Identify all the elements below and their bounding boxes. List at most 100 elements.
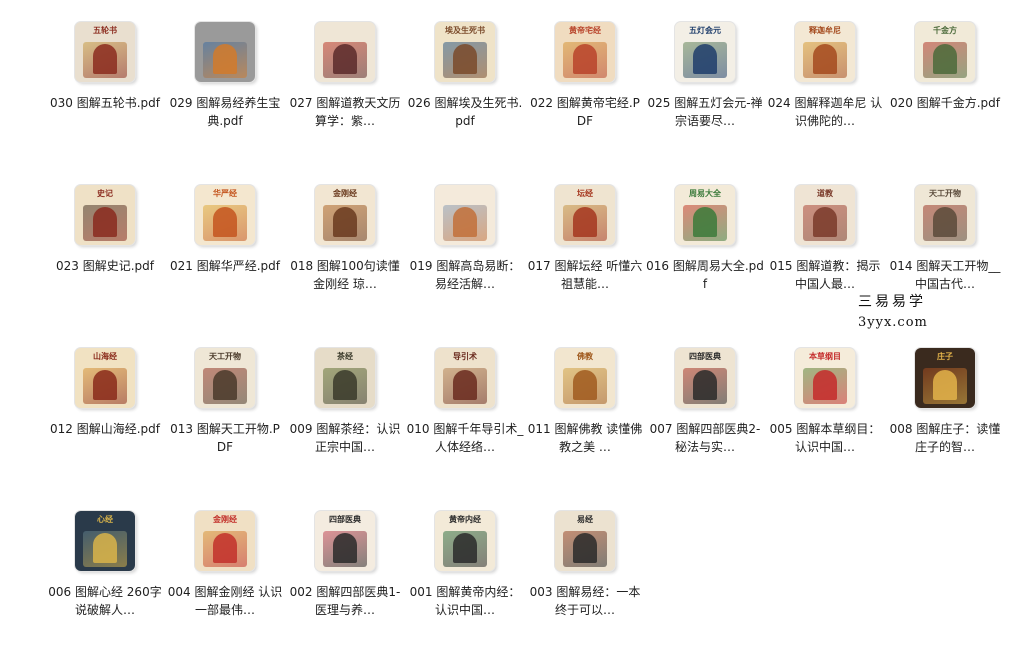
cover-title: 坛经 [577, 187, 593, 198]
file-item[interactable]: 天工开物 013 图解天工开物.PDF [165, 334, 285, 497]
file-name[interactable]: 017 图解坛经 听懂六祖慧能… [526, 257, 644, 293]
file-item[interactable]: 佛教 011 图解佛教 读懂佛教之美 … [525, 334, 645, 497]
pdf-cover-thumbnail[interactable]: 佛教 [555, 348, 615, 408]
pdf-cover-thumbnail[interactable]: 山海经 [75, 348, 135, 408]
file-item[interactable]: 金刚经 004 图解金刚经 认识一部最伟… [165, 497, 285, 660]
pdf-cover-thumbnail[interactable]: 周易大全 [675, 185, 735, 245]
file-name[interactable]: 016 图解周易大全.pdf [646, 257, 764, 293]
file-name[interactable]: 012 图解山海经.pdf [46, 420, 164, 438]
file-name[interactable]: 010 图解千年导引术_人体经络… [406, 420, 524, 456]
file-name[interactable]: 020 图解千金方.pdf [886, 94, 1004, 112]
file-item[interactable]: 029 图解易经养生宝典.pdf [165, 8, 285, 171]
file-item[interactable]: 019 图解高岛易断：易经活解… [405, 171, 525, 334]
pdf-cover-thumbnail[interactable]: 坛经 [555, 185, 615, 245]
file-item[interactable]: 庄子 008 图解庄子：读懂庄子的智… [885, 334, 1005, 497]
site-watermark: 三易易学 3yyx.com [858, 291, 928, 330]
pdf-cover-thumbnail[interactable]: 导引术 [435, 348, 495, 408]
cover-figure [573, 207, 597, 237]
pdf-cover-thumbnail[interactable]: 本草纲目 [795, 348, 855, 408]
pdf-cover-thumbnail[interactable]: 五灯会元 [675, 22, 735, 82]
file-item[interactable]: 四部医典 002 图解四部医典1-医理与养… [285, 497, 405, 660]
file-item[interactable]: 导引术 010 图解千年导引术_人体经络… [405, 334, 525, 497]
pdf-cover-thumbnail[interactable]: 庄子 [915, 348, 975, 408]
cover-title: 天工开物 [209, 350, 241, 361]
pdf-cover-thumbnail[interactable]: 五轮书 [75, 22, 135, 82]
file-item[interactable]: 华严经 021 图解华严经.pdf [165, 171, 285, 334]
cover-figure [213, 533, 237, 563]
file-item[interactable]: 027 图解道教天文历算学：紫… [285, 8, 405, 171]
file-item[interactable]: 四部医典 007 图解四部医典2-秘法与实… [645, 334, 765, 497]
file-item[interactable]: 黄帝宅经 022 图解黄帝宅经.PDF [525, 8, 645, 171]
file-item[interactable]: 史记 023 图解史记.pdf [45, 171, 165, 334]
file-name[interactable]: 027 图解道教天文历算学：紫… [286, 94, 404, 130]
file-item[interactable]: 释迦牟尼 024 图解释迦牟尼 认识佛陀的… [765, 8, 885, 171]
cover-title: 周易大全 [689, 187, 721, 198]
file-name[interactable]: 024 图解释迦牟尼 认识佛陀的… [766, 94, 884, 130]
file-item[interactable]: 茶经 009 图解茶经：认识正宗中国… [285, 334, 405, 497]
pdf-cover-thumbnail[interactable]: 四部医典 [675, 348, 735, 408]
pdf-cover-thumbnail[interactable]: 茶经 [315, 348, 375, 408]
file-name[interactable]: 018 图解100句读懂金刚经 琼… [286, 257, 404, 293]
file-name[interactable]: 021 图解华严经.pdf [166, 257, 284, 275]
pdf-cover-thumbnail[interactable]: 黄帝内经 [435, 511, 495, 571]
pdf-cover-thumbnail[interactable] [435, 185, 495, 245]
file-item[interactable]: 千金方 020 图解千金方.pdf [885, 8, 1005, 171]
pdf-cover-thumbnail[interactable]: 四部医典 [315, 511, 375, 571]
file-name[interactable]: 019 图解高岛易断：易经活解… [406, 257, 524, 293]
file-item[interactable]: 五轮书 030 图解五轮书.pdf [45, 8, 165, 171]
pdf-cover-thumbnail[interactable]: 天工开物 [915, 185, 975, 245]
file-item[interactable]: 易经 003 图解易经：一本终于可以… [525, 497, 645, 660]
file-item[interactable]: 本草纲目 005 图解本草纲目：认识中国… [765, 334, 885, 497]
cover-figure [813, 207, 837, 237]
file-name[interactable]: 023 图解史记.pdf [46, 257, 164, 275]
pdf-cover-thumbnail[interactable]: 金刚经 [315, 185, 375, 245]
pdf-cover-thumbnail[interactable]: 华严经 [195, 185, 255, 245]
pdf-cover-thumbnail[interactable]: 易经 [555, 511, 615, 571]
file-name[interactable]: 006 图解心经 260字说破解人… [46, 583, 164, 619]
file-item[interactable]: 埃及生死书 026 图解埃及生死书.pdf [405, 8, 525, 171]
pdf-cover-thumbnail[interactable]: 埃及生死书 [435, 22, 495, 82]
file-name[interactable]: 003 图解易经：一本终于可以… [526, 583, 644, 619]
pdf-cover-thumbnail[interactable] [195, 22, 255, 82]
cover-title: 四部医典 [689, 350, 721, 361]
pdf-cover-thumbnail[interactable]: 释迦牟尼 [795, 22, 855, 82]
file-name[interactable]: 004 图解金刚经 认识一部最伟… [166, 583, 284, 619]
file-item[interactable]: 周易大全 016 图解周易大全.pdf [645, 171, 765, 334]
file-name[interactable]: 014 图解天工开物__中国古代… [886, 257, 1004, 293]
file-item[interactable]: 黄帝内经 001 图解黄帝内经：认识中国… [405, 497, 525, 660]
pdf-cover-thumbnail[interactable]: 史记 [75, 185, 135, 245]
cover-title: 五轮书 [93, 24, 117, 35]
cover-title [435, 185, 495, 201]
file-item[interactable]: 金刚经 018 图解100句读懂金刚经 琼… [285, 171, 405, 334]
pdf-cover-thumbnail[interactable]: 黄帝宅经 [555, 22, 615, 82]
file-item[interactable]: 五灯会元 025 图解五灯会元-禅宗语要尽… [645, 8, 765, 171]
file-item[interactable]: 山海经 012 图解山海经.pdf [45, 334, 165, 497]
file-name[interactable]: 015 图解道教：揭示中国人最… [766, 257, 884, 293]
pdf-cover-thumbnail[interactable]: 道教 [795, 185, 855, 245]
file-name[interactable]: 026 图解埃及生死书.pdf [406, 94, 524, 130]
file-item[interactable]: 坛经 017 图解坛经 听懂六祖慧能… [525, 171, 645, 334]
file-name[interactable]: 009 图解茶经：认识正宗中国… [286, 420, 404, 456]
file-name[interactable]: 025 图解五灯会元-禅宗语要尽… [646, 94, 764, 130]
cover-title: 佛教 [577, 350, 593, 361]
file-name[interactable]: 008 图解庄子：读懂庄子的智… [886, 420, 1004, 456]
file-name[interactable]: 030 图解五轮书.pdf [46, 94, 164, 112]
file-name[interactable]: 022 图解黄帝宅经.PDF [526, 94, 644, 130]
cover-title: 史记 [97, 187, 113, 198]
file-name[interactable]: 002 图解四部医典1-医理与养… [286, 583, 404, 619]
file-name[interactable]: 013 图解天工开物.PDF [166, 420, 284, 456]
pdf-cover-thumbnail[interactable]: 千金方 [915, 22, 975, 82]
file-name[interactable]: 005 图解本草纲目：认识中国… [766, 420, 884, 456]
pdf-cover-thumbnail[interactable]: 天工开物 [195, 348, 255, 408]
cover-title: 道教 [817, 187, 833, 198]
file-name[interactable]: 001 图解黄帝内经：认识中国… [406, 583, 524, 619]
file-name[interactable]: 011 图解佛教 读懂佛教之美 … [526, 420, 644, 456]
file-item[interactable]: 心经 006 图解心经 260字说破解人… [45, 497, 165, 660]
pdf-cover-thumbnail[interactable] [315, 22, 375, 82]
pdf-cover-thumbnail[interactable]: 心经 [75, 511, 135, 571]
file-name[interactable]: 007 图解四部医典2-秘法与实… [646, 420, 764, 456]
cover-title: 本草纲目 [809, 350, 841, 361]
pdf-cover-thumbnail[interactable]: 金刚经 [195, 511, 255, 571]
file-name[interactable]: 029 图解易经养生宝典.pdf [166, 94, 284, 130]
cover-title [315, 22, 375, 38]
